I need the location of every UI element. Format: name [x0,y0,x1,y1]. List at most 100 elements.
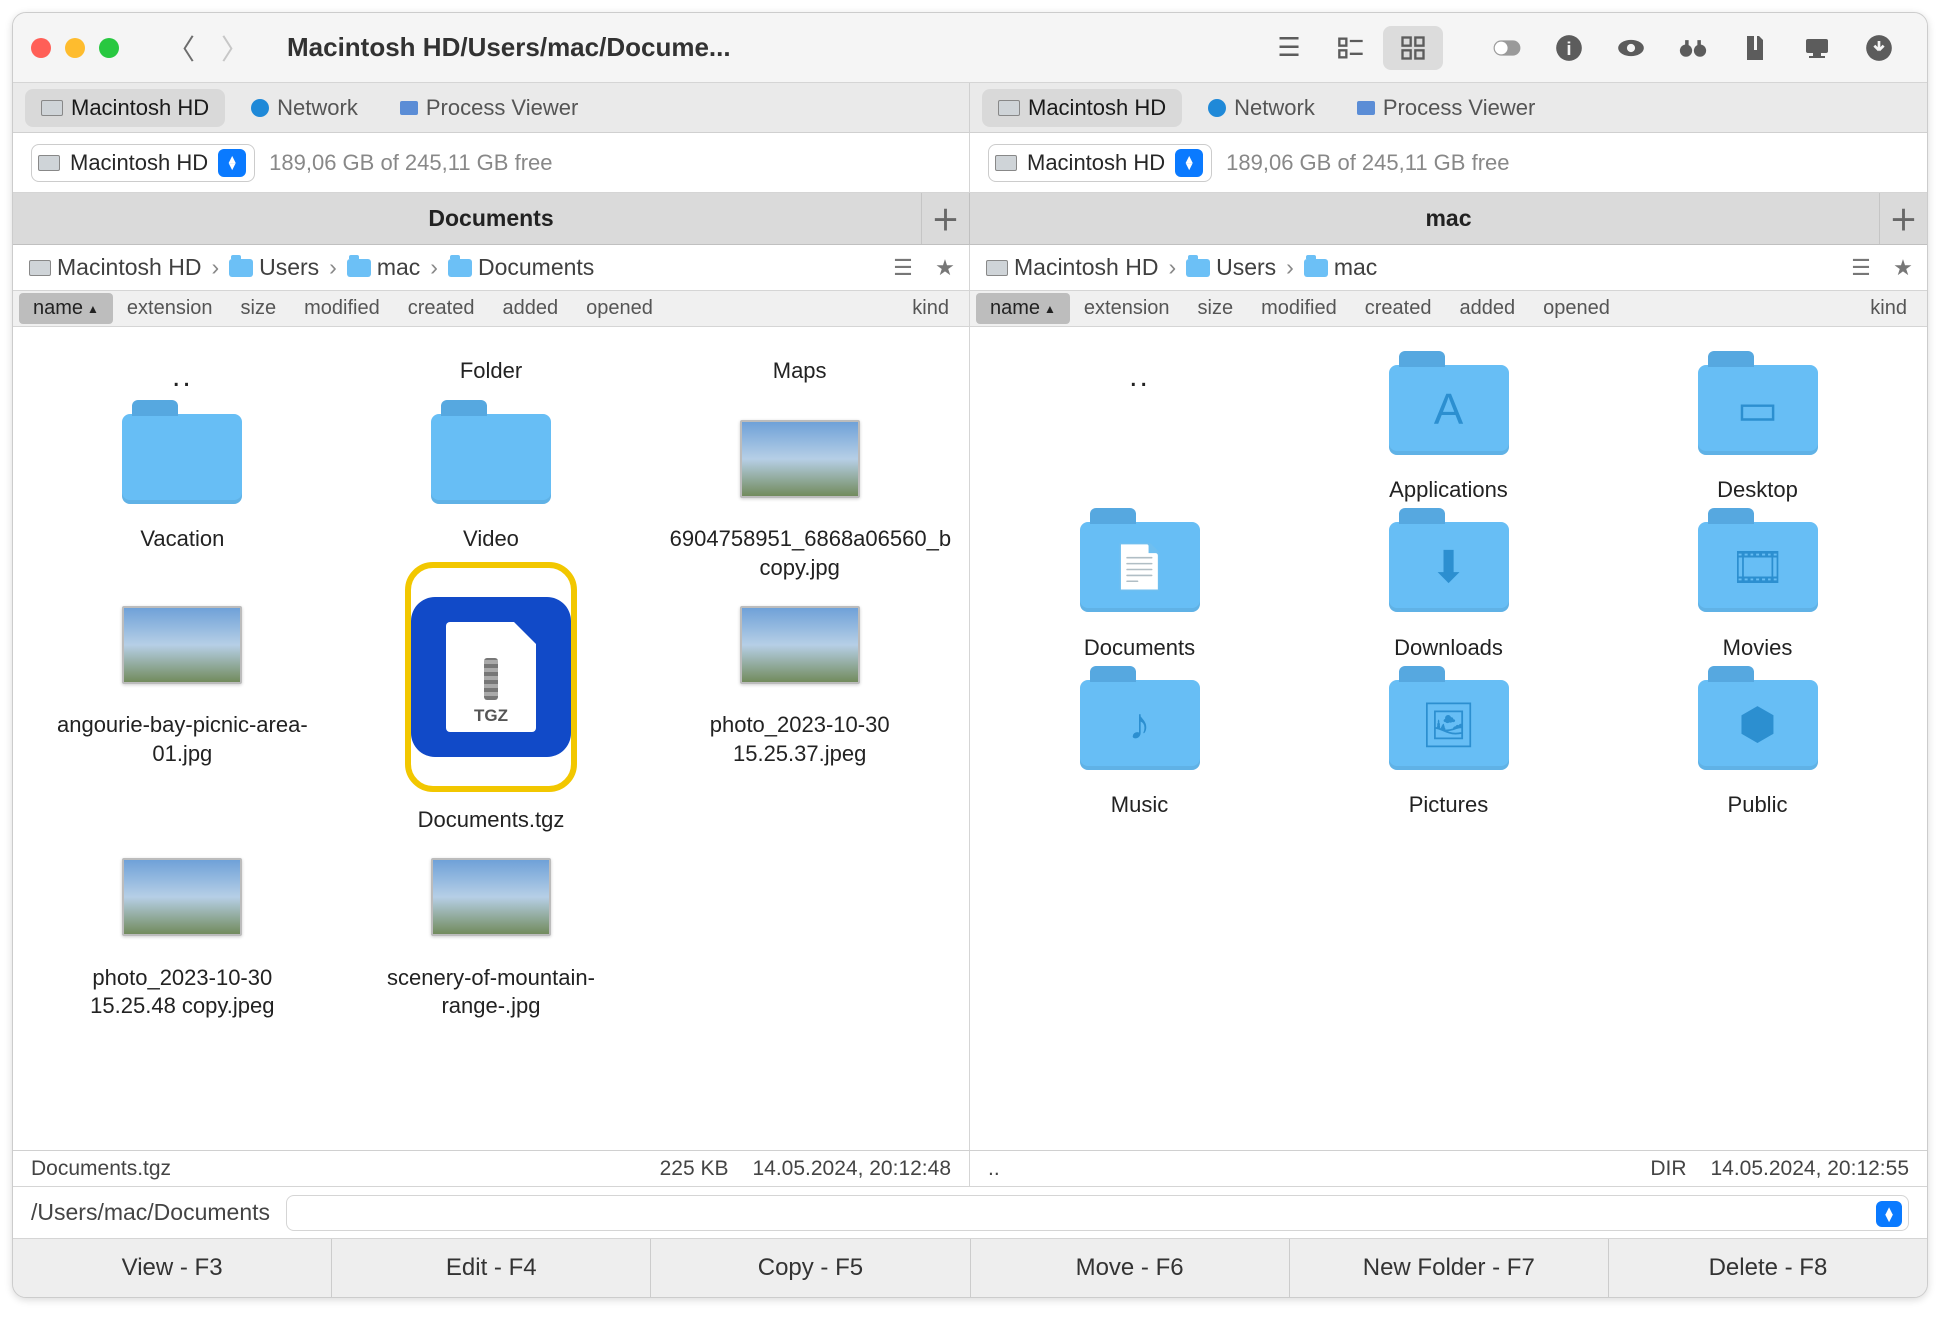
file-item[interactable]: .. [990,357,1289,505]
toggle-hidden-icon[interactable] [1477,26,1537,70]
titlebar: 〈 〉 Macintosh HD/Users/mac/Docume... ☰ i [13,13,1927,83]
app-icon [1357,101,1375,115]
chevron-updown-icon: ▲▼ [1175,149,1203,177]
location-tab[interactable]: Network [1192,89,1331,127]
command-input[interactable]: ▲▼ [286,1195,1909,1231]
breadcrumb-segment[interactable]: mac [1298,252,1383,283]
favorite-button[interactable]: ★ [927,252,963,284]
list-toggle-button[interactable]: ☰ [885,252,921,284]
panes: .. FolderMaps VacationVideo6904758951_6868… [13,327,1927,1151]
file-item[interactable]: angourie-bay-picnic-area-01.jpg [33,592,332,835]
function-button[interactable]: Edit - F4 [332,1239,651,1297]
view-columns-icon[interactable] [1321,26,1381,70]
column-header[interactable]: size [1184,293,1248,324]
column-header[interactable]: size [227,293,291,324]
download-icon[interactable] [1849,26,1909,70]
breadcrumb-segment[interactable]: Users [223,252,325,283]
volume-selector[interactable]: Macintosh HD ▲▼ [988,144,1212,182]
file-item[interactable]: Vacation [33,406,332,582]
file-item[interactable]: photo_2023-10-30 15.25.48 copy.jpeg [33,845,332,1021]
column-header[interactable]: added [488,293,572,324]
file-item[interactable]: Folder [342,357,641,396]
disk-icon [995,155,1017,171]
column-header[interactable]: kind [1856,293,1921,324]
column-header[interactable]: name ▲ [976,293,1070,324]
file-item[interactable]: ▭Desktop [1608,357,1907,505]
preview-icon[interactable] [1601,26,1661,70]
fullscreen-window-button[interactable] [99,38,119,58]
file-item[interactable]: 6904758951_6868a06560_b copy.jpg [650,406,949,582]
add-tab-button[interactable]: ＋ [1879,193,1927,244]
status-date: 14.05.2024, 20:12:48 [752,1157,951,1181]
nav-back-button[interactable]: 〈 [159,28,203,68]
column-header[interactable]: opened [1529,293,1624,324]
archive-icon[interactable] [1725,26,1785,70]
function-button[interactable]: Copy - F5 [651,1239,970,1297]
location-tab-label: Process Viewer [426,95,578,121]
columns-right: name ▲extensionsizemodifiedcreatedaddedo… [970,291,1927,326]
volume-left: Macintosh HD ▲▼ 189,06 GB of 245,11 GB f… [13,133,970,192]
image-thumbnail [122,858,242,936]
column-header[interactable]: modified [1247,293,1351,324]
list-toggle-button[interactable]: ☰ [1843,252,1879,284]
location-tab[interactable]: Process Viewer [1341,89,1551,127]
file-name-label: Public [1728,791,1788,820]
breadcrumb-segment[interactable]: Documents [442,252,600,283]
volume-selector[interactable]: Macintosh HD ▲▼ [31,144,255,182]
file-item[interactable]: AApplications [1299,357,1598,505]
file-item[interactable]: 🖼Pictures [1299,672,1598,820]
archive-icon: TGZ [411,597,571,757]
file-item[interactable]: ♪Music [990,672,1289,820]
file-item[interactable]: TGZDocuments.tgz [342,592,641,835]
file-item[interactable]: photo_2023-10-30 15.25.37.jpeg [650,592,949,835]
app-icon [400,101,418,115]
file-item[interactable]: Maps [650,357,949,396]
folder-icon [1186,259,1210,277]
function-button[interactable]: New Folder - F7 [1290,1239,1609,1297]
function-button[interactable]: Move - F6 [971,1239,1290,1297]
minimize-window-button[interactable] [65,38,85,58]
info-icon[interactable]: i [1539,26,1599,70]
file-item[interactable]: 🎞Movies [1608,515,1907,663]
file-item[interactable]: ⬢Public [1608,672,1907,820]
column-header[interactable]: kind [898,293,963,324]
file-item[interactable]: 📄Documents [990,515,1289,663]
breadcrumb-segment[interactable]: Macintosh HD [23,252,207,283]
favorite-button[interactable]: ★ [1885,252,1921,284]
network-icon[interactable] [1787,26,1847,70]
column-header[interactable]: name ▲ [19,293,113,324]
location-tab[interactable]: Process Viewer [384,89,594,127]
breadcrumb-segment[interactable]: Macintosh HD [980,252,1164,283]
column-header[interactable]: created [1351,293,1446,324]
column-header[interactable]: extension [113,293,227,324]
column-header[interactable]: added [1445,293,1529,324]
location-tab[interactable]: Macintosh HD [982,89,1182,127]
status-size: 225 KB [660,1157,729,1181]
column-header[interactable]: modified [290,293,394,324]
folder-icon [1304,259,1328,277]
folder-icon: 🖼 [1389,680,1509,770]
breadcrumb-segment[interactable]: Users [1180,252,1282,283]
column-header[interactable]: created [394,293,489,324]
breadcrumb-label: Users [1216,254,1276,281]
function-button[interactable]: Delete - F8 [1609,1239,1927,1297]
location-tab[interactable]: Network [235,89,374,127]
nav-forward-button[interactable]: 〉 [213,28,257,68]
folder-icon [347,259,371,277]
file-item[interactable]: ⬇Downloads [1299,515,1598,663]
binoculars-icon[interactable] [1663,26,1723,70]
column-header[interactable]: extension [1070,293,1184,324]
breadcrumb-segment[interactable]: mac [341,252,426,283]
location-tab[interactable]: Macintosh HD [25,89,225,127]
file-item[interactable]: .. [33,357,332,396]
view-grid-icon[interactable] [1383,26,1443,70]
function-button[interactable]: View - F3 [13,1239,332,1297]
view-list-icon[interactable]: ☰ [1259,26,1319,70]
close-window-button[interactable] [31,38,51,58]
folder-icon [229,259,253,277]
add-tab-button[interactable]: ＋ [921,193,969,244]
file-item[interactable]: scenery-of-mountain-range-.jpg [342,845,641,1021]
column-header[interactable]: opened [572,293,667,324]
file-item[interactable]: Video [342,406,641,582]
folder-icon [431,414,551,504]
